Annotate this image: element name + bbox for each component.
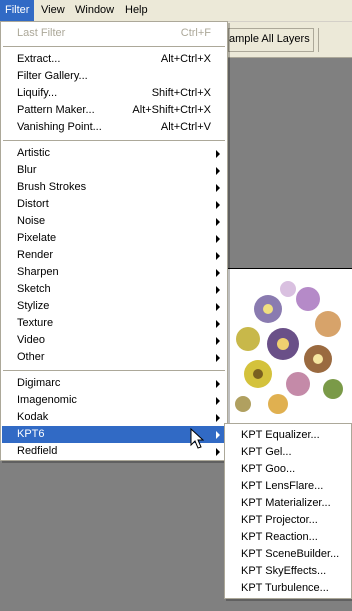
submenu-arrow-icon: [216, 269, 220, 277]
submenu-arrow-icon: [216, 303, 220, 311]
menu-item-sharpen[interactable]: Sharpen: [2, 264, 226, 281]
menu-item-kpt-equalizer[interactable]: KPT Equalizer...: [226, 427, 350, 444]
menu-item-kpt-reaction[interactable]: KPT Reaction...: [226, 529, 350, 546]
menu-item-stylize[interactable]: Stylize: [2, 298, 226, 315]
menu-view[interactable]: View: [36, 0, 70, 21]
menu-item-kpt-skyeffects[interactable]: KPT SkyEffects...: [226, 563, 350, 580]
menu-item-imagenomic[interactable]: Imagenomic: [2, 392, 226, 409]
menu-item-kpt-materializer[interactable]: KPT Materializer...: [226, 495, 350, 512]
menu-item-artistic[interactable]: Artistic: [2, 145, 226, 162]
menu-item-last-filter: Last Filter Ctrl+F: [17, 27, 211, 39]
filter-menu-dropdown: Last Filter Ctrl+F Extract... Alt+Ctrl+X …: [0, 21, 228, 461]
submenu-arrow-icon: [216, 286, 220, 294]
submenu-arrow-icon: [216, 150, 220, 158]
menu-item-filter-gallery[interactable]: Filter Gallery...: [2, 68, 226, 85]
menu-item-vanishing-point[interactable]: Vanishing Point... Alt+Ctrl+V: [2, 119, 226, 136]
submenu-arrow-icon: [216, 337, 220, 345]
submenu-arrow-icon: [216, 218, 220, 226]
kpt6-submenu: KPT Equalizer... KPT Gel... KPT Goo... K…: [224, 423, 352, 599]
menu-item-blur[interactable]: Blur: [2, 162, 226, 179]
flower-artwork-image: [235, 281, 343, 414]
menu-item-kpt-gel[interactable]: KPT Gel...: [226, 444, 350, 461]
menu-item-kpt-goo[interactable]: KPT Goo...: [226, 461, 350, 478]
menu-window[interactable]: Window: [70, 0, 119, 21]
menu-item-kpt-lensflare[interactable]: KPT LensFlare...: [226, 478, 350, 495]
menu-item-other[interactable]: Other: [2, 349, 226, 366]
menu-separator: [3, 140, 225, 141]
menu-item-sketch[interactable]: Sketch: [2, 281, 226, 298]
menu-item-kodak[interactable]: Kodak: [2, 409, 226, 426]
submenu-arrow-icon: [216, 448, 220, 456]
menu-item-pattern-maker[interactable]: Pattern Maker... Alt+Shift+Ctrl+X: [2, 102, 226, 119]
menu-help[interactable]: Help: [120, 0, 153, 21]
menu-item-pixelate[interactable]: Pixelate: [2, 230, 226, 247]
submenu-arrow-icon: [216, 320, 220, 328]
submenu-arrow-icon: [216, 201, 220, 209]
menu-item-liquify[interactable]: Liquify... Shift+Ctrl+X: [2, 85, 226, 102]
menu-bar: Filter View Window Help: [0, 0, 352, 22]
submenu-arrow-icon: [216, 414, 220, 422]
submenu-arrow-icon: [216, 431, 220, 439]
submenu-arrow-icon: [216, 184, 220, 192]
menu-item-kpt-scenebuilder[interactable]: KPT SceneBuilder...: [226, 546, 350, 563]
sample-all-layers-label: ample All Layers: [229, 33, 310, 45]
menu-separator: [3, 370, 225, 371]
submenu-arrow-icon: [216, 252, 220, 260]
menu-item-distort[interactable]: Distort: [2, 196, 226, 213]
menu-item-extract[interactable]: Extract... Alt+Ctrl+X: [2, 51, 226, 68]
menu-filter[interactable]: Filter: [0, 0, 35, 21]
toolbar-divider: [318, 28, 319, 52]
menu-item-video[interactable]: Video: [2, 332, 226, 349]
submenu-arrow-icon: [216, 235, 220, 243]
menu-item-kpt-turbulence[interactable]: KPT Turbulence...: [226, 580, 350, 597]
menu-item-noise[interactable]: Noise: [2, 213, 226, 230]
document-canvas[interactable]: [228, 268, 352, 432]
mouse-pointer-icon: [190, 428, 204, 449]
menu-item-brush-strokes[interactable]: Brush Strokes: [2, 179, 226, 196]
menu-item-texture[interactable]: Texture: [2, 315, 226, 332]
submenu-arrow-icon: [216, 380, 220, 388]
menu-item-digimarc[interactable]: Digimarc: [2, 375, 226, 392]
menu-item-kpt-projector[interactable]: KPT Projector...: [226, 512, 350, 529]
menu-item-render[interactable]: Render: [2, 247, 226, 264]
submenu-arrow-icon: [216, 397, 220, 405]
submenu-arrow-icon: [216, 354, 220, 362]
submenu-arrow-icon: [216, 167, 220, 175]
menu-separator: [3, 46, 225, 47]
